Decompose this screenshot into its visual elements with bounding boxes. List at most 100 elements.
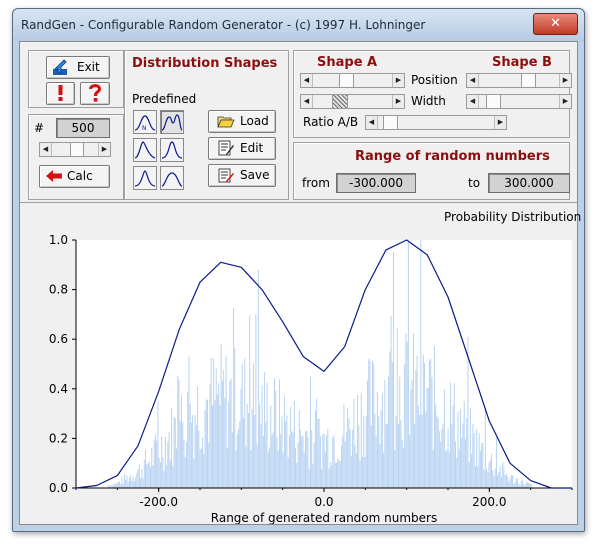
shape-bimodal-button[interactable] [160,110,184,134]
save-button[interactable]: Save [208,164,276,187]
scroll-right-arrow-icon[interactable]: ▶ [392,74,404,87]
histogram-bar [123,474,125,488]
histogram-bar [180,395,182,488]
histogram-bar [415,370,417,488]
exit-button[interactable]: Exit [46,56,110,79]
scroll-left-arrow-icon[interactable]: ◀ [301,95,313,108]
histogram-bar [296,462,298,488]
histogram-bar [266,382,268,488]
close-button[interactable]: ✕ [533,13,578,35]
scroll-right-arrow-icon[interactable]: ▶ [559,95,571,108]
shape-a-width-thumb[interactable] [332,95,348,108]
title-bar[interactable]: RandGen - Configurable Random Generator … [13,9,584,41]
histogram-bar [529,483,531,488]
ratio-thumb[interactable] [383,116,398,129]
shape-normal-button[interactable]: N [133,110,157,134]
histogram-bar [245,446,247,488]
histogram-bar [192,414,194,488]
histogram-bar [358,425,360,488]
histogram-bar [390,315,392,488]
from-label: from [302,176,330,190]
shape-a-width-scrollbar[interactable]: ◀ ▶ [300,94,405,109]
ratio-scrollbar[interactable]: ◀ ▶ [365,115,507,130]
histogram-bar [188,356,190,488]
edit-button[interactable]: Edit [208,137,276,160]
scroll-left-arrow-icon[interactable]: ◀ [467,74,479,87]
histogram-bar [125,479,127,488]
shape-a-position-thumb[interactable] [339,74,354,87]
calc-button[interactable]: Calc [39,165,110,188]
histogram-bar [149,467,151,488]
histogram-bar [364,456,366,488]
histogram-bar [326,434,328,488]
histogram-bar [517,478,519,488]
shape-skew-left-button[interactable] [133,138,157,162]
histogram-bar [112,483,114,488]
info-button[interactable] [46,82,75,105]
histogram-bar [410,389,412,488]
help-button[interactable] [80,82,110,105]
histogram-bar [250,449,252,488]
histogram-bar [340,446,342,488]
narrow-curve-icon [161,141,183,159]
shape-a-label: Shape A [317,55,378,70]
histogram-bar [437,417,439,488]
histogram-bar [414,423,416,488]
histogram-bar [376,391,378,488]
histogram-bar [365,415,367,488]
histogram-bar [226,448,228,488]
histogram-bar [152,465,154,488]
histogram-bar [304,431,306,488]
histogram-bar [393,252,395,488]
histogram-bar [156,440,158,488]
histogram-bar [288,435,290,488]
from-field[interactable]: -300.000 [336,173,416,193]
histogram-bar [510,474,512,488]
count-right-arrow-icon[interactable]: ▶ [98,143,110,156]
histogram-bar [379,443,381,488]
shape-b-width-thumb[interactable] [486,95,501,108]
count-thumb[interactable] [70,143,84,156]
histogram-bar [276,437,278,488]
histogram-bar [394,449,396,488]
scroll-left-arrow-icon[interactable]: ◀ [301,74,313,87]
to-field[interactable]: 300.000 [488,173,570,193]
count-left-arrow-icon[interactable]: ◀ [40,143,52,156]
shape-peak-button[interactable] [133,166,157,190]
histogram-bar [154,434,156,488]
histogram-bar [117,481,119,488]
histogram-bar [145,449,147,488]
histogram-bar [505,473,507,488]
shape-b-width-scrollbar[interactable]: ◀ ▶ [466,94,572,109]
client-area: Exit # 500 ◀ ▶ Calc Distribution Shapes … [19,41,581,525]
scroll-right-arrow-icon[interactable]: ▶ [559,74,571,87]
histogram-bar [269,447,271,488]
shape-b-position-thumb[interactable] [521,74,536,87]
histogram-bar [273,378,275,488]
scroll-right-arrow-icon[interactable]: ▶ [392,95,404,108]
histogram-bar [502,462,504,488]
histogram-bar [291,431,293,488]
histogram-bar [380,410,382,488]
scroll-left-arrow-icon[interactable]: ◀ [467,95,479,108]
shape-b-position-scrollbar[interactable]: ◀ ▶ [466,73,572,88]
histogram-bar [366,380,368,488]
histogram-bar [298,410,300,488]
count-field[interactable]: 500 [56,118,110,138]
question-mark-icon [89,84,101,102]
scroll-right-arrow-icon[interactable]: ▶ [494,116,506,129]
histogram-bar [334,462,336,488]
histogram-bar [236,434,238,488]
probability-chart: 0.0 0.2 0.4 0.6 0.8 1.0 -200.0 0.0 200.0 Range of… [49,233,573,524]
shape-a-position-scrollbar[interactable]: ◀ ▶ [300,73,405,88]
histogram-bar [235,450,237,488]
count-scrollbar[interactable]: ◀ ▶ [39,142,111,157]
shape-narrow-button[interactable] [160,138,184,162]
shape-wide-button[interactable] [160,166,184,190]
load-button[interactable]: Load [208,110,276,133]
histogram-bar [455,441,457,488]
range-header: Range of random numbers [355,149,550,164]
scroll-left-arrow-icon[interactable]: ◀ [366,116,378,129]
histogram-bar [339,460,341,488]
histogram-bar [293,400,295,488]
